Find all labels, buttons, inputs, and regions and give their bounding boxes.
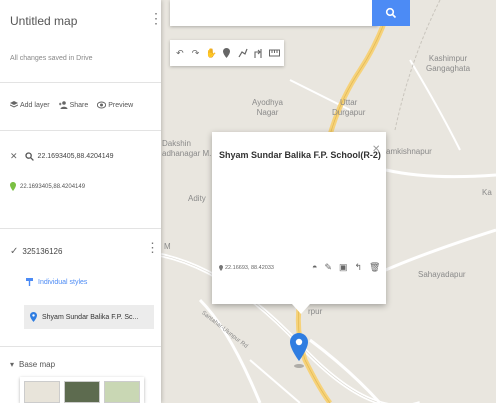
add-layer-label: Add layer <box>20 101 50 109</box>
directions-button[interactable] <box>252 46 264 60</box>
layer-name[interactable]: 325136126 <box>22 247 62 256</box>
divider <box>0 82 161 83</box>
add-layer-button[interactable]: Add layer <box>10 101 50 109</box>
map-marker[interactable] <box>290 333 308 374</box>
search-input[interactable] <box>176 0 370 26</box>
layer-feature-item[interactable]: Shyam Sundar Balika F.P. Sc... <box>24 305 154 329</box>
basemap-header[interactable]: ▾ Base map <box>10 360 55 369</box>
map-label-dakshin: Dakshin adhanagar M. <box>162 139 212 158</box>
map-panel: Untitled map ⋮ All changes saved in Driv… <box>0 0 163 403</box>
map-title[interactable]: Untitled map <box>10 14 77 28</box>
paint-roller-icon <box>26 278 33 286</box>
redo-button[interactable]: ↷ <box>190 46 202 60</box>
search-layer-query: 22.1693405,88.4204149 <box>37 153 114 160</box>
search-button[interactable] <box>372 0 410 26</box>
undo-button[interactable]: ↶ <box>174 46 186 60</box>
delete-icon[interactable]: 🗑 <box>369 262 380 273</box>
basemap-thumb-satellite[interactable] <box>64 381 100 403</box>
map-label-m: M <box>164 242 171 251</box>
search-box[interactable] <box>170 0 378 26</box>
directions-icon[interactable]: ↰ <box>355 262 363 273</box>
marker-icon <box>223 48 231 58</box>
map-toolbar: ↶ ↷ ✋ <box>170 40 284 66</box>
layer-options-kebab-icon[interactable]: ⋮ <box>146 241 159 254</box>
paint-bucket-icon[interactable]: ◓ <box>312 262 317 273</box>
layer-feature-label: Shyam Sundar Balika F.P. Sc... <box>42 313 139 321</box>
hand-tool-button[interactable]: ✋ <box>205 46 217 60</box>
save-status: All changes saved in Drive <box>10 55 93 62</box>
layer-add-icon <box>10 101 18 108</box>
chevron-down-icon: ▾ <box>10 360 15 369</box>
preview-button[interactable]: Preview <box>97 101 133 109</box>
hand-icon: ✋ <box>205 47 217 58</box>
marker-blue-icon <box>30 312 37 322</box>
coords-label: 22.16693, 88.42033 <box>225 265 274 271</box>
checkbox-checked-icon[interactable]: ✓ <box>10 246 18 257</box>
draw-line-button[interactable] <box>237 46 249 60</box>
map-label-rpur: rpur <box>308 307 323 316</box>
close-icon[interactable]: ✕ <box>10 151 18 162</box>
share-label: Share <box>69 101 89 109</box>
edit-pencil-icon[interactable]: ✎ <box>324 262 332 273</box>
map-label-adityapur: Adity <box>188 194 206 203</box>
marker-icon <box>219 265 223 271</box>
map-label-kamkishnapur: amkishnapur <box>386 147 432 156</box>
close-icon[interactable]: ✕ <box>372 144 380 155</box>
person-add-icon <box>58 101 68 109</box>
map-label-uttar-durgapur: Uttar Durgapur <box>332 98 366 117</box>
redo-icon: ↷ <box>191 47 200 58</box>
divider <box>0 130 161 131</box>
layer-header: ✓ 325136126 <box>10 246 62 257</box>
search-icon <box>24 152 34 161</box>
share-button[interactable]: Share <box>58 101 89 109</box>
panel-actions: Add layer Share Preview <box>10 101 133 109</box>
search-icon <box>385 7 397 19</box>
undo-icon: ↶ <box>176 47 184 58</box>
basemap-picker <box>20 377 144 403</box>
directions-icon <box>254 49 262 58</box>
preview-label: Preview <box>108 101 134 109</box>
basemap-label: Base map <box>19 360 56 369</box>
layer-styles-label: Individual styles <box>38 278 88 286</box>
ruler-icon <box>268 49 280 57</box>
map-options-kebab-icon[interactable]: ⋮ <box>149 11 163 25</box>
marker-green-icon <box>10 182 16 191</box>
search-layer-header: ✕ 22.1693405,88.4204149 <box>10 151 113 162</box>
basemap-thumb-map[interactable] <box>24 381 60 403</box>
map-label-ayodhya: Ayodhya Nagar <box>252 98 283 117</box>
camera-icon[interactable]: ▣ <box>339 262 348 273</box>
map-label-kashimpur: Kashimpur Gangaghata <box>426 54 471 73</box>
info-window: Shyam Sundar Balika F.P. School(R-2) ✕ 2… <box>212 132 386 314</box>
search-result-item[interactable]: 22.1693405,88.4204149 <box>10 182 85 191</box>
marker-pin-icon <box>290 333 308 368</box>
divider <box>0 346 161 347</box>
map-label-ka: Ka <box>482 188 492 197</box>
place-title[interactable]: Shyam Sundar Balika F.P. School(R-2) <box>219 150 381 160</box>
measure-button[interactable] <box>268 46 280 60</box>
popup-toolbar: ◓ ✎ ▣ ↰ 🗑 <box>312 262 380 273</box>
add-marker-button[interactable] <box>221 46 233 60</box>
eye-icon <box>97 101 107 109</box>
search-result-label: 22.1693405,88.4204149 <box>20 183 86 190</box>
place-coordinates: 22.16693, 88.42033 <box>219 265 274 271</box>
divider <box>0 228 161 229</box>
line-icon <box>238 48 248 58</box>
basemap-thumb-terrain[interactable] <box>104 381 140 403</box>
map-label-sahayadapur: Sahayadapur <box>418 270 466 279</box>
layer-styles-link[interactable]: Individual styles <box>26 278 87 286</box>
